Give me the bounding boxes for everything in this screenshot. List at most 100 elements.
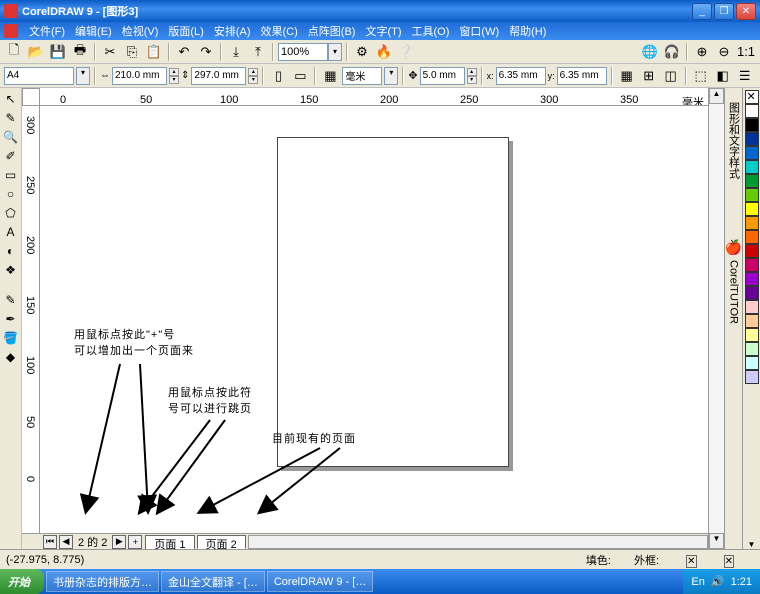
snap-obj-button[interactable]: ◫ xyxy=(661,66,681,86)
no-color-swatch[interactable]: ✕ xyxy=(745,90,759,104)
color-swatch[interactable] xyxy=(745,244,759,258)
ruler-vertical[interactable]: 300 250 200 150 100 50 0 xyxy=(22,106,40,533)
color-swatch[interactable] xyxy=(745,328,759,342)
cut-button[interactable]: ✂ xyxy=(100,42,120,62)
unit-combo[interactable] xyxy=(342,67,382,85)
scroll-down-button[interactable]: ▼ xyxy=(709,533,724,549)
portrait-button[interactable]: ▯ xyxy=(268,66,288,86)
polygon-tool[interactable]: ⬠ xyxy=(2,204,20,222)
tray-clock[interactable]: 1:21 xyxy=(731,576,752,588)
color-swatch[interactable] xyxy=(745,174,759,188)
horizontal-scrollbar[interactable] xyxy=(248,535,708,549)
open-button[interactable]: 📂 xyxy=(26,42,46,62)
palette-scroll-down[interactable]: ▼ xyxy=(748,540,756,549)
color-swatch[interactable] xyxy=(745,202,759,216)
color-swatch[interactable] xyxy=(745,146,759,160)
snap-guide-button[interactable]: ⊞ xyxy=(639,66,659,86)
interactive-transparency-tool[interactable]: ❖ xyxy=(2,261,20,279)
height-spinner[interactable]: ▴▾ xyxy=(248,68,258,84)
internet-button[interactable]: 🌐 xyxy=(640,42,660,62)
text-tool[interactable]: A xyxy=(2,223,20,241)
menu-bitmap[interactable]: 点阵图(B) xyxy=(303,23,361,39)
menu-tools[interactable]: 工具(O) xyxy=(407,23,455,39)
menu-layout[interactable]: 版面(L) xyxy=(163,23,208,39)
tray-volume-icon[interactable]: 🔊 xyxy=(711,575,725,588)
zoom-in-button[interactable]: ⊕ xyxy=(692,42,712,62)
import-button[interactable]: ⤓ xyxy=(226,42,246,62)
copy-button[interactable]: ⎘ xyxy=(122,42,142,62)
fill-indicator-icon[interactable]: ✕ xyxy=(686,555,696,568)
treat-as-filled-button[interactable]: ◧ xyxy=(713,66,733,86)
menu-edit[interactable]: 编辑(E) xyxy=(70,23,117,39)
paper-size-combo[interactable] xyxy=(4,67,74,85)
zoom-combo[interactable]: ▾ xyxy=(278,43,342,61)
next-page-button[interactable]: ▶ xyxy=(112,535,126,549)
tutor-icon[interactable]: 🍎 xyxy=(725,239,742,256)
scroll-up-button[interactable]: ▲ xyxy=(709,88,724,104)
prev-page-button[interactable]: ◀ xyxy=(59,535,73,549)
page-tab-1[interactable]: 页面 1 xyxy=(145,535,194,549)
new-button[interactable]: 🗋 xyxy=(4,42,24,62)
fill-tool[interactable]: 🪣 xyxy=(2,329,20,347)
redo-button[interactable]: ↷ xyxy=(196,42,216,62)
shape-tool[interactable]: ✎ xyxy=(2,109,20,127)
interactive-fill-tool[interactable]: ◐ xyxy=(2,242,20,260)
nudge-spinner[interactable]: ▴▾ xyxy=(467,68,477,84)
ellipse-tool[interactable]: ○ xyxy=(2,185,20,203)
ruler-horizontal[interactable]: 0 50 100 150 200 250 300 350 毫米 xyxy=(40,88,708,106)
add-page-button[interactable]: + xyxy=(128,535,142,549)
color-swatch[interactable] xyxy=(745,132,759,146)
unit-dropdown[interactable]: ▾ xyxy=(384,67,398,85)
rectangle-tool[interactable]: ▭ xyxy=(2,166,20,184)
zoom-input[interactable] xyxy=(278,43,328,61)
menu-effects[interactable]: 效果(C) xyxy=(256,23,303,39)
nudge-input[interactable] xyxy=(420,67,465,85)
ruler-origin[interactable] xyxy=(22,88,40,106)
canvas[interactable]: 用鼠标点按此"+"号 可以增加出一个页面来 用鼠标点按此符 号可以进行跳页 目前… xyxy=(40,106,708,533)
pick-tool[interactable]: ↖ xyxy=(2,90,20,108)
menu-view[interactable]: 检视(V) xyxy=(117,23,164,39)
whats-this-button[interactable]: ❔ xyxy=(396,42,416,62)
page-width-input[interactable] xyxy=(112,67,167,85)
paste-button[interactable]: 📋 xyxy=(144,42,164,62)
draw-complex-button[interactable]: ⬚ xyxy=(691,66,711,86)
outline-tool[interactable]: ✒ xyxy=(2,310,20,328)
color-swatch[interactable] xyxy=(745,118,759,132)
menu-help[interactable]: 帮助(H) xyxy=(504,23,551,39)
undo-button[interactable]: ↶ xyxy=(174,42,194,62)
app-launcher-button[interactable]: ⚙ xyxy=(352,42,372,62)
interactive-tool[interactable]: ◆ xyxy=(2,348,20,366)
zoom-dropdown[interactable]: ▾ xyxy=(328,43,342,61)
page-height-input[interactable] xyxy=(191,67,246,85)
tutor-label[interactable]: CorelTUTOR xyxy=(728,260,740,324)
page-layout-button[interactable]: ▦ xyxy=(320,66,340,86)
save-button[interactable]: 💾 xyxy=(48,42,68,62)
outline-indicator-icon[interactable]: ✕ xyxy=(724,555,734,568)
width-spinner[interactable]: ▴▾ xyxy=(169,68,179,84)
print-button[interactable]: 🖶 xyxy=(70,42,90,62)
color-swatch[interactable] xyxy=(745,104,759,118)
menu-window[interactable]: 窗口(W) xyxy=(454,23,504,39)
color-swatch[interactable] xyxy=(745,342,759,356)
zoom-11-button[interactable]: 1:1 xyxy=(736,42,756,62)
options-button[interactable]: ☰ xyxy=(735,66,755,86)
first-page-button[interactable]: ⏮ xyxy=(43,535,57,549)
docker-label[interactable]: 图形和文字样式 xyxy=(726,102,742,179)
color-swatch[interactable] xyxy=(745,370,759,384)
paper-dropdown[interactable]: ▾ xyxy=(76,67,90,85)
dup-y-input[interactable] xyxy=(557,67,607,85)
color-swatch[interactable] xyxy=(745,188,759,202)
task-button-2[interactable]: 金山全文翻译 - [… xyxy=(161,571,265,592)
start-button[interactable]: 开始 xyxy=(0,569,44,594)
landscape-button[interactable]: ▭ xyxy=(290,66,310,86)
task-button-3[interactable]: CorelDRAW 9 - [… xyxy=(267,571,374,592)
menu-file[interactable]: 文件(F) xyxy=(24,23,70,39)
color-swatch[interactable] xyxy=(745,300,759,314)
tray-ime-icon[interactable]: En xyxy=(691,576,704,588)
scroll-track[interactable] xyxy=(709,104,724,533)
doc-control-icon[interactable] xyxy=(4,24,18,38)
color-swatch[interactable] xyxy=(745,314,759,328)
color-swatch[interactable] xyxy=(745,356,759,370)
zoom-tool[interactable]: 🔍 xyxy=(2,128,20,146)
restore-button[interactable]: ❐ xyxy=(714,3,734,20)
